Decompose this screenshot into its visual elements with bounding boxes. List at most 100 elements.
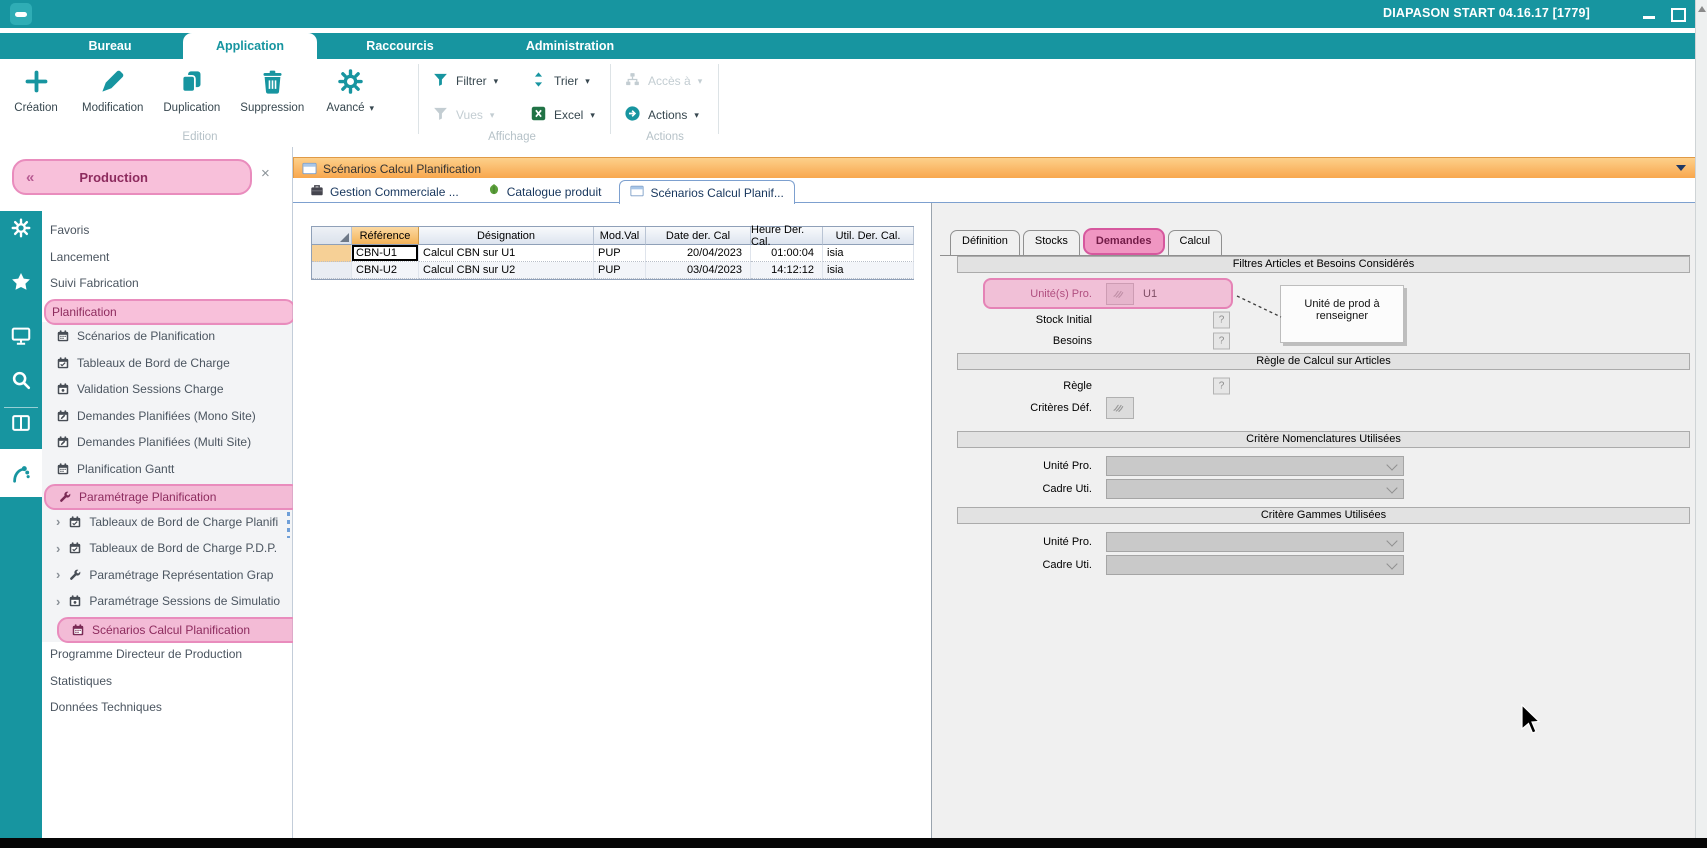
column-header-mod-val[interactable]: Mod.Val	[594, 227, 646, 245]
cell-designation[interactable]: Calcul CBN sur U2	[419, 262, 594, 279]
ribbon-tab-administration[interactable]: Administration	[470, 33, 670, 59]
toolbar-separator	[418, 64, 419, 134]
filtrer-button[interactable]: Filtrer▾	[432, 71, 498, 91]
sidebar-item-donnees-techniques[interactable]: Données Techniques	[44, 696, 292, 718]
sidebar-item-tableaux-de-bord-de-charge-p-d-p[interactable]: › Tableaux de Bord de Charge P.D.P.	[44, 537, 298, 559]
column-header-reference[interactable]: Référence	[352, 227, 419, 245]
panel-tab-stocks[interactable]: Stocks	[1023, 230, 1080, 255]
column-header-date-der-cal[interactable]: Date der. Cal	[646, 227, 751, 245]
column-header-util-der-cal[interactable]: Util. Der. Cal.	[823, 227, 914, 245]
help-button[interactable]: ?	[1213, 377, 1230, 394]
search-icon[interactable]	[0, 365, 42, 395]
title-bar: DIAPASON START 04.16.17 [1779]	[0, 0, 1707, 28]
sidebar-collapse-icon[interactable]: «	[26, 169, 34, 186]
chevron-right-icon[interactable]: ›	[56, 514, 60, 529]
row-selector[interactable]	[312, 262, 352, 279]
sidebar-item-planification[interactable]: Planification	[44, 299, 296, 325]
sidebar-item-label: Données Techniques	[50, 700, 162, 714]
sidebar-close-icon[interactable]: ×	[261, 165, 270, 182]
actions-button[interactable]: Actions▾	[624, 105, 699, 125]
help-button[interactable]: ?	[1213, 311, 1230, 328]
excel-button[interactable]: Excel▾	[530, 105, 595, 125]
document-tab-gestion-commerciale[interactable]: Gestion Commerciale ...	[300, 180, 469, 203]
cell-util[interactable]: isia	[823, 262, 914, 279]
field-dropdown[interactable]	[1106, 555, 1404, 575]
trier-button[interactable]: Trier▾	[530, 71, 590, 91]
document-title: Scénarios Calcul Planification	[323, 162, 481, 176]
document-dropdown-icon[interactable]	[1676, 165, 1686, 171]
sidebar-item-validation-sessions-charge[interactable]: Validation Sessions Charge	[44, 378, 298, 400]
robot-icon[interactable]	[0, 458, 42, 488]
annotation-highlight	[983, 278, 1233, 309]
chevron-right-icon[interactable]: ›	[56, 567, 60, 582]
suppression-button[interactable]: Suppression	[238, 61, 306, 116]
hand-edit-button[interactable]	[1106, 397, 1134, 419]
scroll-up-arrow-icon[interactable]	[1698, 6, 1706, 12]
field-dropdown[interactable]	[1106, 456, 1404, 476]
field-dropdown[interactable]	[1106, 479, 1404, 499]
sidebar-item-lancement[interactable]: Lancement	[44, 246, 292, 268]
wheel-icon[interactable]	[0, 213, 42, 243]
calendar-check-icon	[56, 356, 70, 370]
sidebar-item-parametrage-representation-grap[interactable]: ›Paramétrage Représentation Grap	[44, 564, 298, 586]
avance-button[interactable]: Avancé▾	[322, 61, 378, 116]
sidebar-item-demandes-planifiees-mono-site[interactable]: Demandes Planifiées (Mono Site)	[44, 405, 298, 427]
sidebar-item-demandes-planifiees-multi-site[interactable]: Demandes Planifiées (Multi Site)	[44, 431, 298, 453]
sidebar-item-suivi-fabrication[interactable]: Suivi Fabrication	[44, 272, 292, 294]
cell-heure[interactable]: 01:00:04	[751, 245, 823, 262]
cell-util[interactable]: isia	[823, 245, 914, 262]
sidebar-item-scenarios-calcul-planification[interactable]: Scénarios Calcul Planification	[57, 617, 303, 643]
sidebar-item-parametrage-planification[interactable]: Paramétrage Planification	[44, 484, 302, 510]
cell-reference[interactable]: CBN-U1	[352, 245, 419, 262]
window-scrollbar[interactable]	[1695, 0, 1707, 838]
column-header-heure-der-cal[interactable]: Heure Der. Cal.	[751, 227, 823, 245]
calendar-check-icon	[68, 541, 82, 555]
sidebar-item-planification-gantt[interactable]: Planification Gantt	[44, 458, 298, 480]
monitor-icon[interactable]	[0, 321, 42, 351]
sidebar-header[interactable]: « Production	[12, 159, 252, 195]
sidebar-item-label: Tableaux de Bord de Charge P.D.P.	[89, 541, 277, 555]
ribbon-tab-bureau[interactable]: Bureau	[60, 33, 160, 59]
creation-button[interactable]: Création	[8, 61, 64, 116]
star-icon[interactable]	[0, 267, 42, 297]
help-button[interactable]: ?	[1213, 332, 1230, 349]
sidebar-item-favoris[interactable]: Favoris	[44, 219, 292, 241]
column-header-designation[interactable]: Désignation	[419, 227, 594, 245]
chevron-right-icon[interactable]: ›	[56, 541, 60, 556]
ribbon-tab-application[interactable]: Application	[183, 33, 317, 59]
sidebar-item-programme-directeur-de-production[interactable]: Programme Directeur de Production	[44, 643, 292, 665]
cell-modval[interactable]: PUP	[594, 262, 646, 279]
table-select-all-header[interactable]	[312, 227, 352, 245]
sidebar-scrollbar-thumb[interactable]	[287, 512, 290, 538]
duplication-button[interactable]: Duplication	[161, 61, 222, 116]
panel-tab-calcul[interactable]: Calcul	[1168, 230, 1223, 255]
document-tab-catalogue-produit[interactable]: Catalogue produit	[477, 180, 612, 203]
sidebar-item-tableaux-de-bord-de-charge-planifi[interactable]: ›Tableaux de Bord de Charge Planifi	[44, 511, 298, 533]
field-label: Règle	[957, 380, 1092, 392]
minimize-button[interactable]	[1643, 16, 1655, 19]
field-row-cadre-uti: Cadre Uti.	[957, 477, 1690, 500]
scenario-table[interactable]: RéférenceDésignationMod.ValDate der. Cal…	[311, 226, 914, 280]
cell-modval[interactable]: PUP	[594, 245, 646, 262]
panel-tab-definition[interactable]: Définition	[950, 230, 1020, 255]
ribbon-tab-raccourcis[interactable]: Raccourcis	[340, 33, 460, 59]
sidebar-item-scenarios-de-planification[interactable]: Scénarios de Planification	[44, 325, 298, 347]
sidebar-item-parametrage-sessions-de-simulatio[interactable]: ›Paramétrage Sessions de Simulatio	[44, 590, 298, 612]
cell-designation[interactable]: Calcul CBN sur U1	[419, 245, 594, 262]
cell-date[interactable]: 03/04/2023	[646, 262, 751, 279]
chevron-right-icon[interactable]: ›	[56, 594, 60, 609]
cell-date[interactable]: 20/04/2023	[646, 245, 751, 262]
cell-heure[interactable]: 14:12:12	[751, 262, 823, 279]
calendar-pencil-icon	[56, 409, 70, 423]
acces-a-button: Accès à▾	[624, 71, 702, 91]
sidebar-item-tableaux-de-bord-de-charge[interactable]: Tableaux de Bord de Charge	[44, 352, 298, 374]
row-selector[interactable]	[312, 245, 352, 262]
sidebar-item-statistiques[interactable]: Statistiques	[44, 670, 292, 692]
field-dropdown[interactable]	[1106, 532, 1404, 552]
maximize-button[interactable]	[1671, 8, 1686, 22]
modification-button[interactable]: Modification	[80, 61, 145, 116]
columns-icon[interactable]	[0, 408, 42, 438]
panel-tab-demandes[interactable]: Demandes	[1083, 228, 1165, 255]
document-tab-scenarios-calcul-planif[interactable]: Scénarios Calcul Planif...	[619, 180, 794, 204]
cell-reference[interactable]: CBN-U2	[352, 262, 419, 279]
